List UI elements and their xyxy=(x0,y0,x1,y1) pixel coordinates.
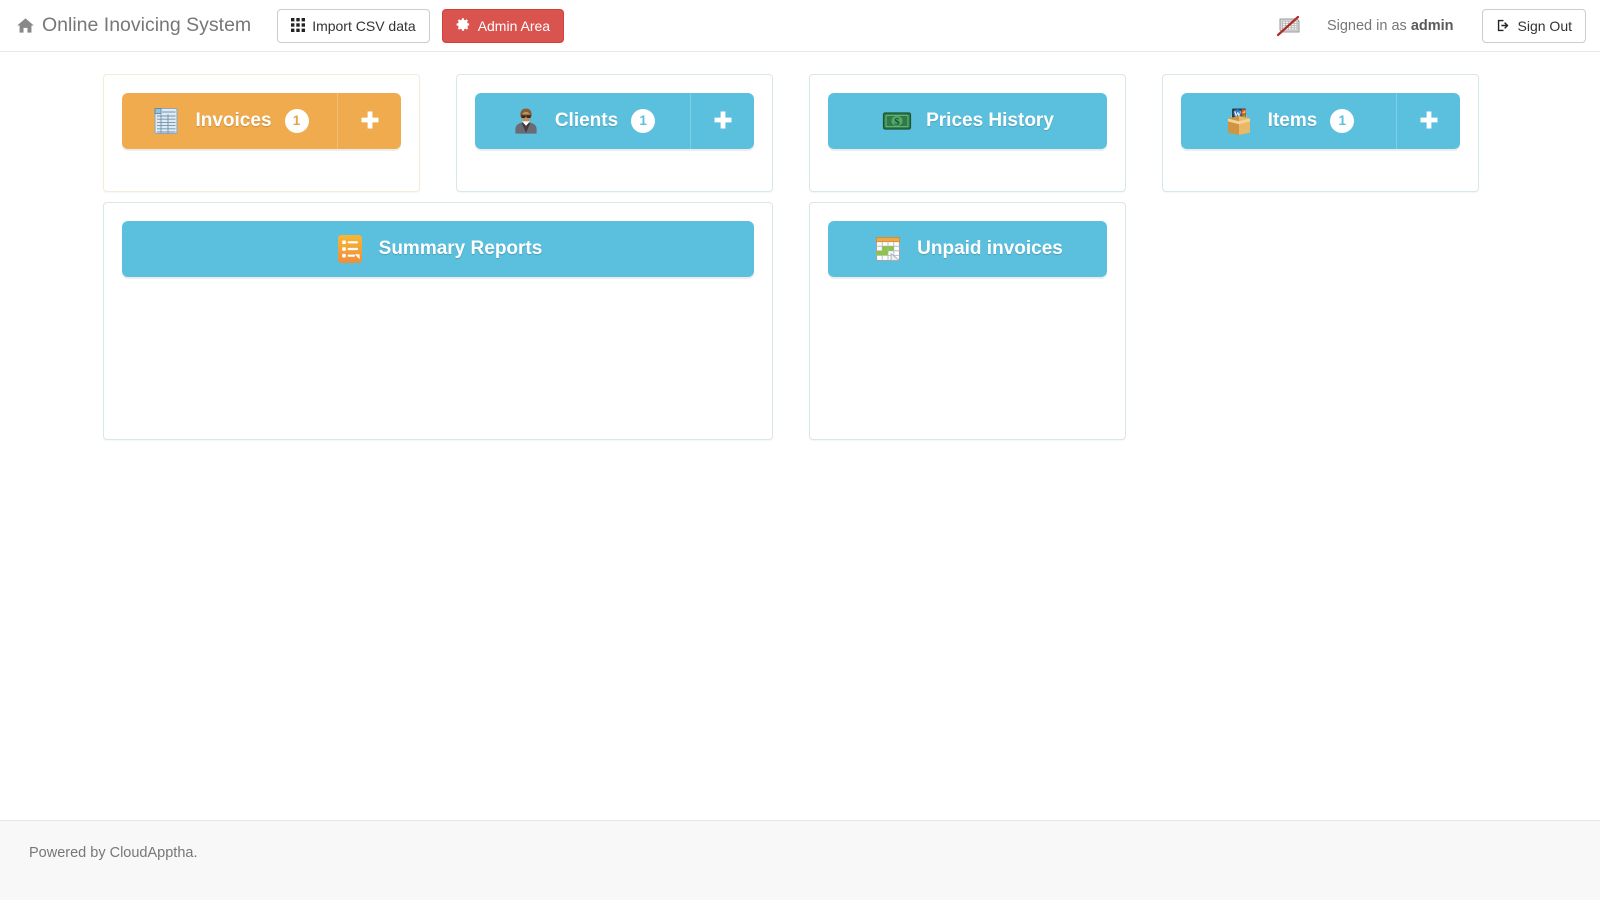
signed-in-prefix: Signed in as xyxy=(1326,18,1407,34)
tile-items-label: Items xyxy=(1267,110,1318,131)
sign-out-icon xyxy=(1496,18,1511,35)
top-navbar: Online Inovicing System Import CSV data … xyxy=(0,0,1600,52)
tile-invoices-main[interactable]: Invoices 1 xyxy=(122,93,337,149)
tile-prices-history[interactable]: $ Prices History xyxy=(828,93,1107,149)
calendar-spreadsheet-icon xyxy=(872,233,904,265)
tile-unpaid-invoices[interactable]: Unpaid invoices xyxy=(828,221,1107,277)
panel-invoices: Invoices 1 xyxy=(103,74,420,192)
panel-unpaid-invoices: Unpaid invoices xyxy=(809,202,1126,440)
package-box-icon: W xyxy=(1223,105,1255,137)
navbar-right: Signed in as admin Sign Out xyxy=(1267,0,1586,52)
panel-items: W Items 1 xyxy=(1162,74,1479,192)
tile-unpaid-invoices-label: Unpaid invoices xyxy=(917,238,1063,259)
page-footer: Powered by CloudApptha. xyxy=(0,820,1600,900)
tile-summary-reports[interactable]: Summary Reports xyxy=(122,221,754,277)
plus-icon xyxy=(1418,110,1440,132)
sign-out-button[interactable]: Sign Out xyxy=(1481,9,1586,43)
sign-out-label: Sign Out xyxy=(1517,18,1572,34)
admin-area-label: Admin Area xyxy=(477,17,551,34)
tile-invoices[interactable]: Invoices 1 xyxy=(122,93,401,149)
tile-unpaid-invoices-main[interactable]: Unpaid invoices xyxy=(828,221,1107,277)
tile-summary-reports-label: Summary Reports xyxy=(378,238,543,259)
grid-icon xyxy=(291,17,306,34)
businessman-icon xyxy=(510,105,542,137)
footer-text: Powered by CloudApptha. xyxy=(29,845,198,861)
keyboard-disabled-icon[interactable] xyxy=(1267,9,1309,43)
import-csv-button[interactable]: Import CSV data xyxy=(277,8,430,43)
tile-items-badge: 1 xyxy=(1330,109,1355,133)
panel-prices-history: $ Prices History xyxy=(809,74,1126,192)
tile-clients-badge: 1 xyxy=(631,109,656,133)
banknote-dollar-icon: $ xyxy=(881,105,913,137)
home-icon xyxy=(16,16,35,35)
svg-text:$: $ xyxy=(894,116,900,128)
report-list-icon xyxy=(334,233,366,265)
tile-prices-history-main[interactable]: $ Prices History xyxy=(828,93,1107,149)
import-csv-label: Import CSV data xyxy=(312,17,416,34)
tile-items-main[interactable]: W Items 1 xyxy=(1181,93,1396,149)
tile-invoices-label: Invoices xyxy=(195,110,272,131)
dashboard-row-2: Summary Reports Unpaid invoices xyxy=(0,202,1600,440)
admin-area-button[interactable]: Admin Area xyxy=(441,8,565,43)
tile-prices-history-label: Prices History xyxy=(926,110,1054,131)
add-client-button[interactable] xyxy=(690,93,754,149)
gear-icon xyxy=(456,17,471,34)
add-item-button[interactable] xyxy=(1396,93,1460,149)
plus-icon xyxy=(359,110,381,132)
panel-clients: Clients 1 xyxy=(456,74,773,192)
add-invoice-button[interactable] xyxy=(337,93,401,149)
navbar-actions: Import CSV data Admin Area xyxy=(277,8,565,43)
tile-clients[interactable]: Clients 1 xyxy=(475,93,754,149)
brand-link[interactable]: Online Inovicing System xyxy=(14,14,251,37)
dashboard-content: Invoices 1 Clients 1 $ Prices History W … xyxy=(0,52,1600,820)
tile-clients-main[interactable]: Clients 1 xyxy=(475,93,690,149)
tile-items[interactable]: W Items 1 xyxy=(1181,93,1460,149)
tile-summary-reports-main[interactable]: Summary Reports xyxy=(122,221,754,277)
signed-in-username: admin xyxy=(1410,18,1454,34)
panel-summary-reports: Summary Reports xyxy=(103,202,773,440)
dashboard-row-1: Invoices 1 Clients 1 $ Prices History W … xyxy=(0,74,1600,192)
tile-invoices-badge: 1 xyxy=(284,109,309,133)
signed-in-status: Signed in as admin xyxy=(1309,18,1482,34)
brand-label: Online Inovicing System xyxy=(42,14,252,36)
invoice-list-icon xyxy=(150,105,182,137)
tile-clients-label: Clients xyxy=(554,110,619,131)
plus-icon xyxy=(712,110,734,132)
